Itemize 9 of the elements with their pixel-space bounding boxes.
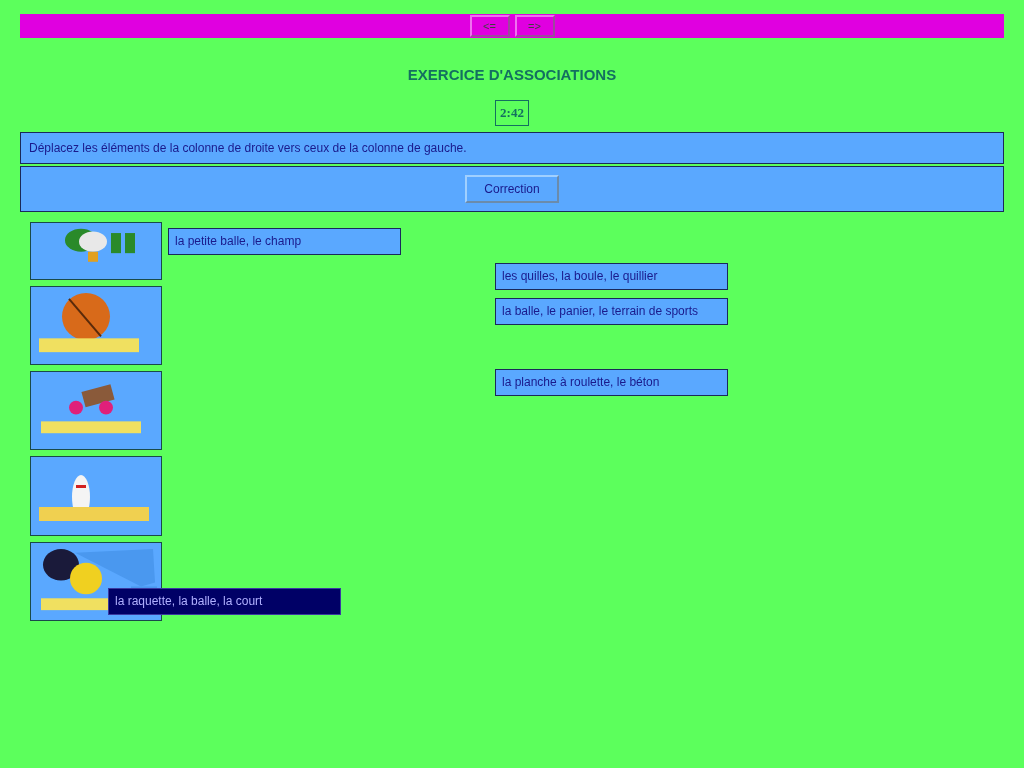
draggable-item[interactable]: les quilles, la boule, le quillier (495, 263, 728, 290)
exercise-title: EXERCICE D'ASSOCIATIONS (406, 66, 618, 83)
instruction-text: Déplacez les éléments de la colonne de droite vers ceux de la colonne de gauche. (20, 132, 1004, 164)
draggable-item[interactable]: la raquette, la balle, la court (108, 588, 341, 615)
draggable-item[interactable]: la petite balle, le champ (168, 228, 401, 255)
correction-button[interactable]: Correction (465, 175, 559, 203)
timer: 2:42 (495, 100, 529, 126)
draggable-item[interactable]: la planche à roulette, le béton (495, 369, 728, 396)
draggable-item[interactable]: la balle, le panier, le terrain de sports (495, 298, 728, 325)
